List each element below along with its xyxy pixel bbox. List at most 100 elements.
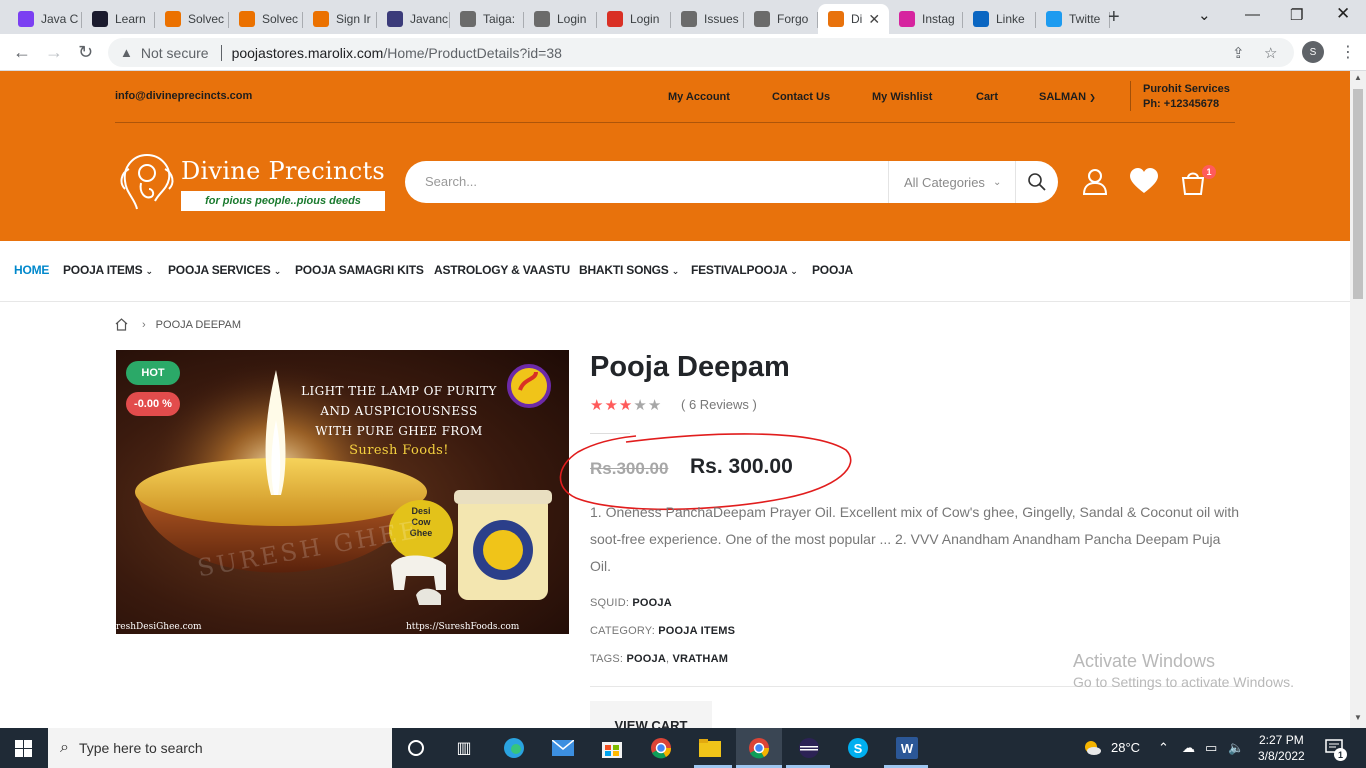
task-view-icon[interactable]: ▥ — [452, 736, 476, 760]
reload-icon[interactable]: ↻ — [78, 42, 93, 63]
tag-link-pooja[interactable]: POOJA — [626, 653, 666, 665]
minimize-icon[interactable]: — — [1245, 6, 1260, 23]
browser-tab[interactable]: Login — [524, 4, 597, 34]
nav-astrology-vaastu[interactable]: ASTROLOGY & VAASTU — [434, 263, 570, 277]
my-wishlist-link[interactable]: My Wishlist — [872, 91, 932, 103]
browser-tab[interactable]: Java C — [8, 4, 82, 34]
image-url-right: https://SureshFoods.com — [406, 622, 520, 632]
cortana-icon[interactable] — [404, 736, 428, 760]
brand-name: Divine Precincts — [181, 157, 386, 185]
nav-bhakti-songs[interactable]: BHAKTI SONGS ⌄ — [579, 263, 679, 277]
browser-tab[interactable]: Linke — [963, 4, 1036, 34]
url-host[interactable]: poojastores.marolix.com — [232, 45, 384, 61]
category-select[interactable]: All Categories ⌄ — [888, 161, 1016, 203]
nav-pooja[interactable]: POOJA — [812, 263, 853, 277]
browser-tab[interactable]: Login — [597, 4, 671, 34]
not-secure-label[interactable]: Not secure — [141, 45, 209, 61]
user-name[interactable]: SALMAN — [1039, 91, 1086, 103]
scrollbar-thumb[interactable] — [1353, 89, 1363, 299]
url-omnibox[interactable]: ▲ Not secure poojastores.marolix.com/Hom… — [108, 38, 1294, 67]
edge-icon[interactable] — [502, 736, 526, 760]
nav-bhakti-songs-label[interactable]: BHAKTI SONGS — [579, 263, 669, 277]
weather-temperature[interactable]: 28°C — [1111, 740, 1140, 755]
chrome-icon[interactable] — [649, 736, 673, 760]
back-icon[interactable]: ← — [13, 42, 31, 63]
rating-stars[interactable]: ★★★★★ — [590, 396, 662, 414]
profile-avatar[interactable]: S — [1302, 41, 1324, 63]
mail-icon[interactable] — [551, 736, 575, 760]
nav-pooja-items-label[interactable]: POOJA ITEMS — [63, 263, 143, 277]
home-icon[interactable] — [115, 318, 128, 331]
reviews-link[interactable]: ( 6 Reviews ) — [681, 397, 757, 412]
nav-festival-pooja-label[interactable]: FESTIVALPOOJA — [691, 263, 787, 277]
chevron-down-icon: ⌄ — [992, 176, 1002, 188]
chrome-active-icon[interactable] — [747, 736, 771, 760]
contact-us-link[interactable]: Contact Us — [772, 91, 830, 103]
browser-tab-label: Taiga: — [483, 12, 516, 26]
bookmark-star-icon[interactable]: ☆ — [1264, 44, 1277, 62]
star-filled-icon: ★ — [604, 397, 619, 414]
browser-tab[interactable]: Instag — [889, 4, 963, 34]
file-explorer-icon[interactable] — [698, 736, 722, 760]
tag-link-vratham[interactable]: VRATHAM — [673, 653, 729, 665]
browser-tab[interactable]: Javanc — [377, 4, 450, 34]
nav-festival-pooja[interactable]: FESTIVALPOOJA ⌄ — [691, 263, 798, 277]
nav-pooja-services-label[interactable]: POOJA SERVICES — [168, 263, 271, 277]
page-scrollbar[interactable]: ▲ ▼ — [1350, 71, 1366, 728]
my-account-link[interactable]: My Account — [668, 91, 730, 103]
browser-tab[interactable]: Forgo — [744, 4, 818, 34]
network-icon[interactable]: ▭ — [1205, 740, 1217, 756]
browser-tab[interactable]: Issues — [671, 4, 744, 34]
new-tab-button[interactable]: + — [1108, 6, 1120, 29]
taskbar-search-placeholder[interactable]: Type here to search — [79, 740, 203, 756]
site-logo[interactable]: Divine Precincts for pious people..pious… — [115, 149, 387, 215]
chegg-icon — [313, 11, 329, 27]
weather-icon[interactable] — [1082, 738, 1102, 761]
contact-email[interactable]: info@divineprecincts.com — [115, 90, 252, 102]
eclipse-icon[interactable] — [797, 736, 821, 760]
browser-tab[interactable]: Solvec — [155, 4, 229, 34]
store-icon[interactable] — [600, 736, 624, 760]
browser-tab[interactable]: Solvec — [229, 4, 303, 34]
close-window-icon[interactable]: ✕ — [1336, 4, 1350, 24]
view-cart-button[interactable]: VIEW CART — [590, 701, 712, 728]
browser-tab[interactable]: Twitte — [1036, 4, 1110, 34]
nav-home[interactable]: HOME — [14, 263, 49, 277]
browser-tab[interactable]: Sign Ir — [303, 4, 377, 34]
browser-tab[interactable]: Di ✕ — [818, 4, 889, 34]
forward-icon[interactable]: → — [45, 42, 63, 63]
browser-menu-icon[interactable]: ⋮ — [1340, 42, 1356, 62]
cart-link[interactable]: Cart — [976, 91, 998, 103]
nav-pooja-items[interactable]: POOJA ITEMS ⌄ — [63, 263, 153, 277]
word-icon[interactable]: W — [895, 736, 919, 760]
url-path[interactable]: /Home/ProductDetails?id=38 — [383, 45, 562, 61]
wishlist-heart-icon[interactable] — [1129, 168, 1159, 194]
browser-tab[interactable]: Learn — [82, 4, 155, 34]
star-empty-icon: ★ — [647, 397, 663, 414]
product-image[interactable]: LIGHT THE LAMP OF PURITY AND AUSPICIOUSN… — [116, 350, 569, 634]
nav-pooja-services[interactable]: POOJA SERVICES ⌄ — [168, 263, 281, 277]
search-icon[interactable] — [1027, 172, 1047, 192]
taskbar-search-box[interactable]: ⌕ Type here to search — [48, 728, 392, 768]
scroll-down-icon[interactable]: ▼ — [1354, 713, 1362, 722]
skype-icon[interactable]: S — [846, 736, 870, 760]
onedrive-icon[interactable]: ☁ — [1182, 740, 1195, 756]
warning-icon[interactable]: ▲ — [120, 45, 133, 60]
user-menu[interactable]: SALMAN ❯ — [1039, 91, 1096, 103]
category-link[interactable]: POOJA ITEMS — [658, 625, 735, 637]
maximize-icon[interactable]: ❐ — [1290, 6, 1303, 24]
user-account-icon[interactable] — [1081, 167, 1109, 195]
share-icon[interactable]: ⇪ — [1232, 44, 1245, 62]
volume-icon[interactable]: 🔈 — [1228, 740, 1244, 756]
browser-tab[interactable]: Taiga: — [450, 4, 524, 34]
chevron-up-icon[interactable]: ⌃ — [1158, 740, 1169, 756]
system-clock[interactable]: 2:27 PM 3/8/2022 — [1258, 732, 1305, 764]
windows-start-icon[interactable] — [15, 740, 32, 757]
chevron-down-icon: ⌄ — [671, 266, 680, 276]
scroll-up-icon[interactable]: ▲ — [1354, 73, 1362, 82]
search-input[interactable]: Search... — [425, 174, 477, 189]
tab-search-icon[interactable]: ⌄ — [1198, 6, 1211, 24]
nav-pooja-samagri-kits[interactable]: POOJA SAMAGRI KITS — [295, 263, 424, 277]
close-tab-icon[interactable]: ✕ — [868, 11, 880, 28]
chevron-down-icon: ⌄ — [273, 266, 282, 276]
